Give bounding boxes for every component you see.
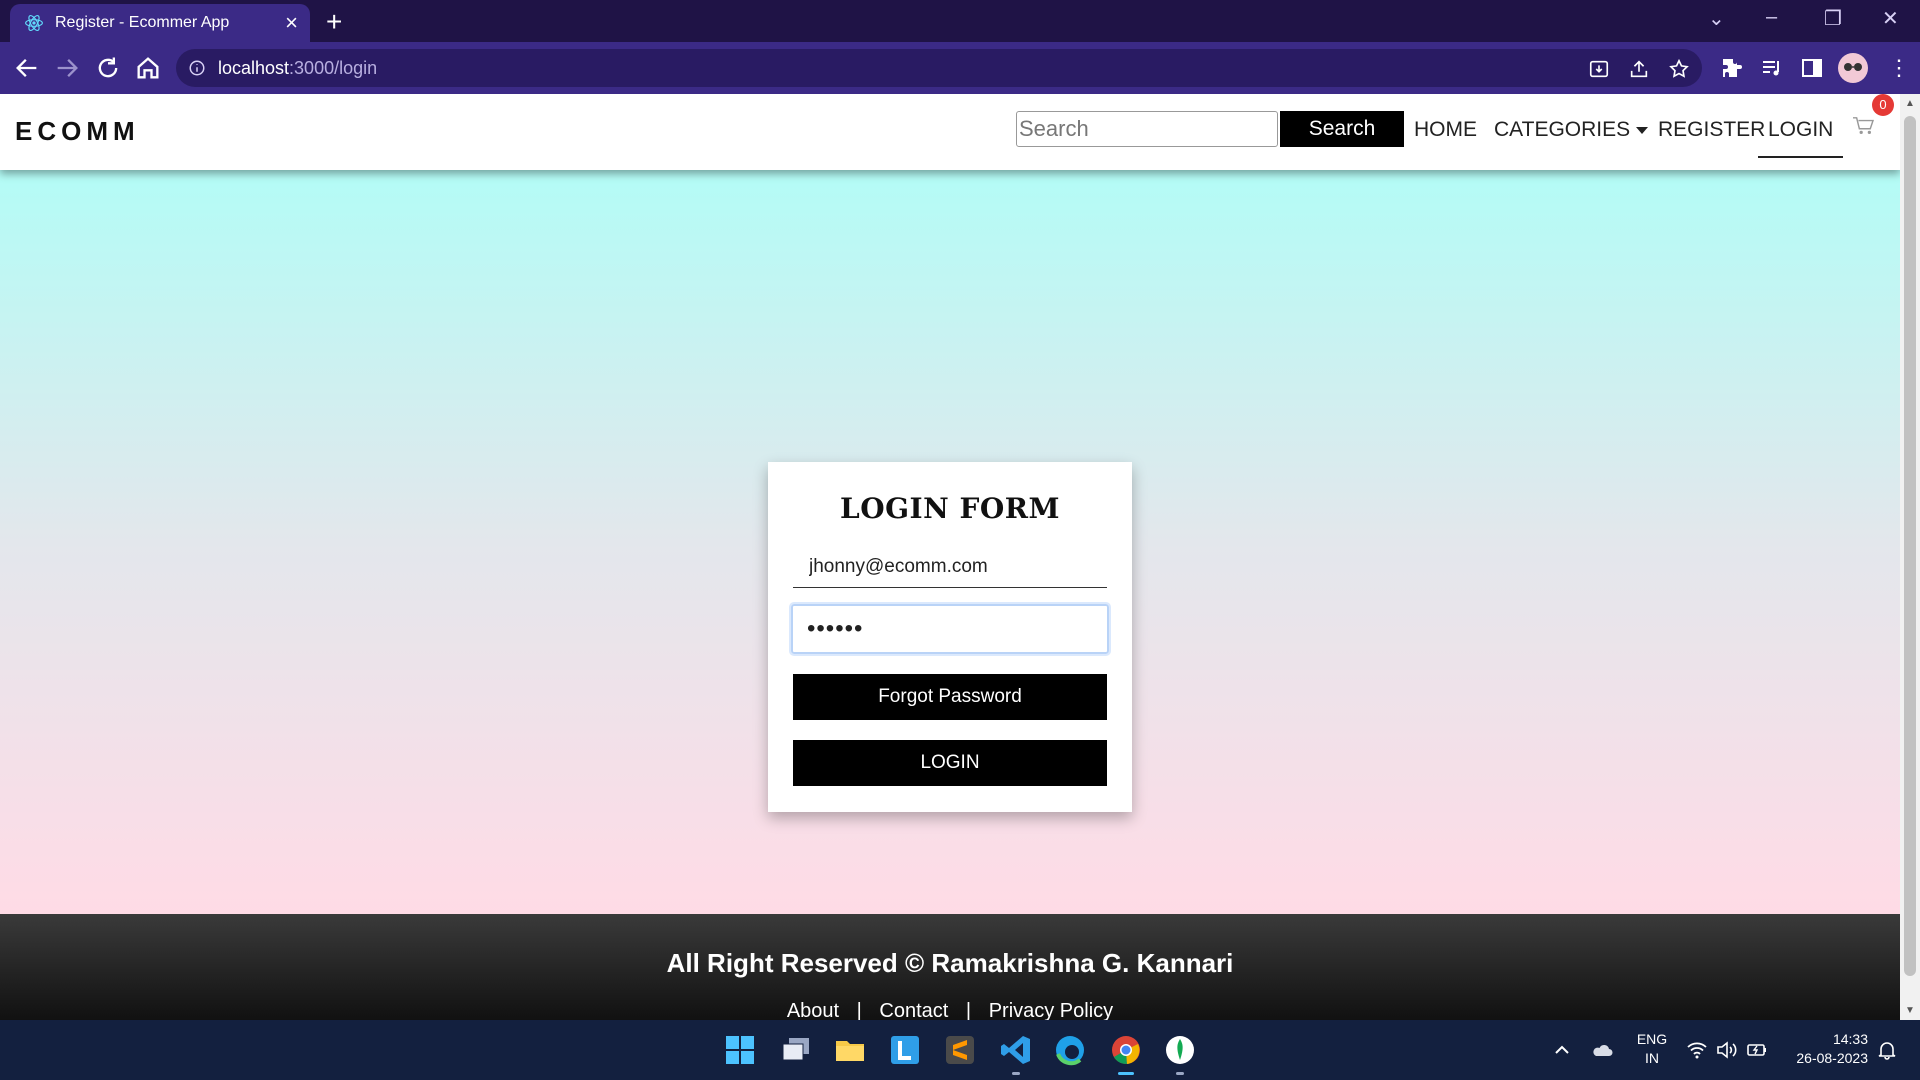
windows-taskbar: ENG IN 14:33 26-08-2023	[0, 1020, 1920, 1080]
edge-icon[interactable]	[1054, 1034, 1086, 1066]
restore-icon[interactable]: ❐	[1824, 6, 1842, 31]
search-button[interactable]: Search	[1280, 111, 1404, 147]
forgot-password-button[interactable]: Forgot Password	[793, 674, 1107, 720]
footer-links: About | Contact | Privacy Policy	[0, 1000, 1900, 1020]
tab-title: Register - Ecommer App	[55, 14, 230, 31]
nav-categories[interactable]: CATEGORIES	[1494, 118, 1649, 142]
browser-tab[interactable]: Register - Ecommer App ×	[10, 4, 310, 42]
volume-icon[interactable]	[1716, 1040, 1738, 1060]
site-footer: All Right Reserved © Ramakrishna G. Kann…	[0, 914, 1900, 1020]
scroll-down-icon[interactable]: ▼	[1905, 1005, 1915, 1016]
login-page-background: LOGIN FORM Forgot Password LOGIN	[0, 170, 1900, 914]
address-bar[interactable]: localhost:3000/login	[176, 49, 1702, 87]
home-icon[interactable]	[134, 54, 162, 82]
media-control-icon[interactable]	[1760, 56, 1784, 80]
new-tab-icon[interactable]: +	[326, 6, 342, 38]
share-icon[interactable]	[1628, 58, 1650, 80]
taskbar-clock[interactable]: 14:33 26-08-2023	[1784, 1030, 1868, 1068]
footer-link-contact[interactable]: Contact	[879, 1000, 948, 1020]
page-viewport: ECOMM Search HOME CATEGORIES REGISTER LO…	[0, 94, 1900, 1020]
clock-date: 26-08-2023	[1796, 1050, 1868, 1066]
windows-start-icon[interactable]	[724, 1034, 756, 1066]
footer-copyright: All Right Reserved © Ramakrishna G. Kann…	[666, 948, 1234, 978]
language-code: ENG	[1636, 1031, 1668, 1047]
forward-icon[interactable]	[53, 54, 81, 82]
nav-categories-label: CATEGORIES	[1494, 118, 1631, 141]
minimize-icon[interactable]: –	[1766, 6, 1777, 29]
email-field[interactable]	[793, 546, 1107, 588]
tab-search-icon[interactable]: ⌄	[1708, 6, 1725, 31]
clock-time: 14:33	[1832, 1031, 1868, 1047]
page-scrollbar[interactable]: ▲ ▼	[1900, 94, 1920, 1020]
profile-avatar[interactable]	[1838, 53, 1868, 83]
react-icon	[25, 15, 43, 31]
nav-home[interactable]: HOME	[1414, 118, 1477, 142]
bookmark-star-icon[interactable]	[1668, 58, 1690, 80]
footer-separator: |	[965, 1000, 972, 1020]
footer-separator: |	[856, 1000, 862, 1020]
avatar-glasses-icon	[1844, 63, 1862, 71]
input-language-indicator[interactable]: ENG IN	[1636, 1030, 1668, 1068]
l-app-icon[interactable]	[889, 1034, 921, 1066]
battery-icon[interactable]	[1746, 1040, 1768, 1060]
cart-icon[interactable]	[1852, 116, 1874, 136]
show-hidden-icons-icon[interactable]	[1551, 1040, 1573, 1060]
scroll-up-icon[interactable]: ▲	[1905, 98, 1915, 109]
login-button[interactable]: LOGIN	[793, 740, 1107, 786]
site-navbar: ECOMM Search HOME CATEGORIES REGISTER LO…	[0, 94, 1900, 170]
password-field[interactable]	[789, 602, 1111, 656]
login-form-card: LOGIN FORM Forgot Password LOGIN	[768, 462, 1132, 812]
chrome-icon[interactable]	[1110, 1034, 1142, 1066]
scroll-thumb[interactable]	[1904, 116, 1916, 976]
nav-login[interactable]: LOGIN	[1757, 118, 1844, 158]
notifications-bell-icon[interactable]	[1876, 1040, 1898, 1060]
close-window-icon[interactable]: ✕	[1882, 6, 1899, 31]
install-app-icon[interactable]	[1588, 58, 1610, 80]
task-view-icon[interactable]	[780, 1034, 812, 1066]
app-active-indicator	[1118, 1072, 1134, 1075]
site-info-icon[interactable]	[188, 59, 206, 77]
reload-icon[interactable]	[94, 54, 122, 82]
side-panel-icon[interactable]	[1800, 56, 1824, 80]
onedrive-cloud-icon[interactable]	[1591, 1040, 1613, 1060]
sublime-text-icon[interactable]	[944, 1034, 976, 1066]
footer-link-about[interactable]: About	[787, 1000, 839, 1020]
login-form-title: LOGIN FORM	[840, 492, 1060, 525]
footer-link-privacy-policy[interactable]: Privacy Policy	[989, 1000, 1113, 1020]
vscode-icon[interactable]	[1000, 1034, 1032, 1066]
language-region: IN	[1645, 1050, 1659, 1066]
app-running-indicator	[1176, 1072, 1184, 1075]
search-input[interactable]	[1016, 111, 1278, 147]
mongodb-compass-icon[interactable]	[1164, 1034, 1196, 1066]
back-icon[interactable]	[13, 54, 41, 82]
url-text: localhost:3000/login	[218, 58, 378, 78]
app-running-indicator	[1012, 1072, 1020, 1075]
extensions-icon[interactable]	[1720, 56, 1744, 80]
brand-logo[interactable]: ECOMM	[15, 116, 140, 147]
wifi-icon[interactable]	[1686, 1040, 1708, 1060]
browser-menu-icon[interactable]: ⋮	[1888, 54, 1910, 82]
close-tab-icon[interactable]: ×	[285, 10, 298, 36]
file-explorer-icon[interactable]	[834, 1034, 866, 1066]
caret-down-icon	[1636, 126, 1649, 134]
cart-count-badge: 0	[1872, 94, 1894, 116]
browser-toolbar: localhost:3000/login ⋮	[0, 42, 1920, 94]
browser-tab-strip: Register - Ecommer App × + ⌄ – ❐ ✕	[0, 0, 1920, 42]
nav-register[interactable]: REGISTER	[1658, 118, 1765, 142]
